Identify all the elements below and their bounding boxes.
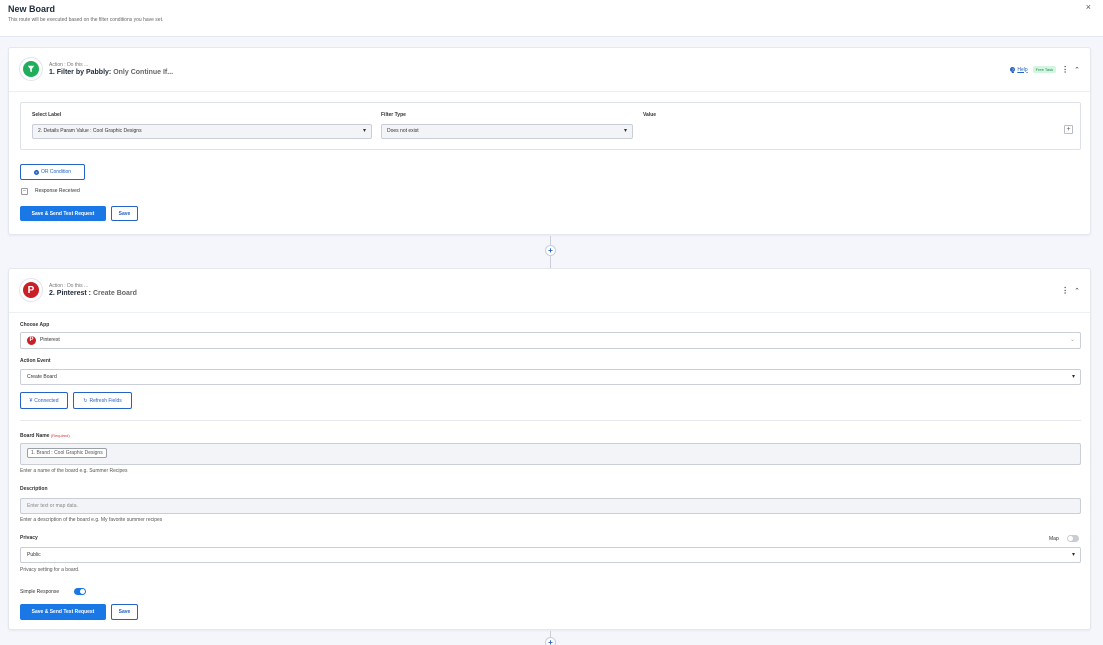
privacy-hint: Privacy setting for a board. (20, 567, 80, 573)
privacy-value: Public (27, 552, 41, 558)
select-label-value: 2. Details Param Value : Cool Graphic De… (38, 128, 142, 134)
description-placeholder: Enter text or map data. (27, 503, 78, 509)
filter-condition-box: Select Label Filter Type Value 2. Detail… (20, 102, 1081, 150)
help-link[interactable]: ? Help (1010, 66, 1028, 73)
choose-app-select[interactable]: P Pinterest ⌄ (20, 332, 1081, 349)
filter-type-dropdown[interactable]: Does not exist ▾ (381, 124, 633, 139)
select-label-dropdown[interactable]: 2. Details Param Value : Cool Graphic De… (32, 124, 372, 139)
step-title-sub: Create Board (92, 290, 137, 297)
filter-avatar (19, 57, 43, 81)
kebab-menu-icon[interactable]: ⋮ (1061, 286, 1069, 295)
select-label-header: Select Label (32, 112, 62, 118)
pinterest-icon: P (23, 282, 39, 298)
step-header-actions: ⋮ ⌃ (1061, 286, 1080, 295)
action-event-value: Create Board (27, 374, 57, 380)
board-name-label-text: Board Name (20, 433, 50, 439)
help-icon: ? (1010, 67, 1016, 72)
step-pinterest-header[interactable]: P Action : Do this ... 2. Pinterest : Cr… (9, 269, 1090, 313)
required-tag: (Required) (50, 433, 70, 438)
board-name-label: Board Name (Required) (20, 433, 70, 439)
save-button[interactable]: Save (111, 604, 138, 620)
plus-circle-icon: + (33, 169, 39, 175)
add-step-plus-icon[interactable]: + (545, 637, 556, 645)
step-filter-card: Action : Do this ... 1. Filter by Pabbly… (8, 47, 1091, 235)
save-button[interactable]: Save (111, 206, 138, 221)
action-event-select[interactable]: Create Board ▾ (20, 369, 1081, 385)
map-label: Map (1049, 536, 1059, 542)
step-title: 1. Filter by Pabbly: Only Continue If... (49, 69, 173, 76)
connected-button[interactable]: ¥ Connected (20, 392, 68, 409)
refresh-fields-button[interactable]: ↻ Refresh Fields (73, 392, 132, 409)
privacy-label: Privacy (20, 535, 38, 541)
action-label: Action : Do this ... (49, 283, 89, 289)
value-header: Value (643, 112, 657, 118)
step-title-main: 1. Filter by Pabbly: (49, 69, 112, 76)
simple-response-toggle[interactable] (74, 588, 86, 595)
response-received-checkbox[interactable]: – (21, 188, 28, 195)
connected-label: Connected (34, 397, 59, 404)
step-pinterest-card: P Action : Do this ... 2. Pinterest : Cr… (8, 268, 1091, 630)
description-input[interactable]: Enter text or map data. (20, 498, 1081, 514)
filter-icon (23, 61, 39, 77)
chevron-down-icon: ▾ (1071, 552, 1075, 558)
chevron-down-icon: ⌄ (1069, 337, 1075, 343)
toggle-knob (80, 589, 85, 594)
add-condition-plus-icon[interactable]: + (1064, 125, 1073, 134)
step-title-main: 2. Pinterest : (49, 290, 92, 297)
step-header-actions: ? Help Free Task ⋮ ⌃ (1010, 65, 1080, 74)
refresh-icon: ↻ (83, 397, 88, 404)
top-bar: New Board This route will be executed ba… (0, 0, 1103, 37)
or-condition-label: OR Condition (40, 169, 71, 175)
map-toggle[interactable] (1067, 535, 1079, 542)
action-label: Action : Do this ... (49, 62, 89, 68)
response-received-label: Response Received (35, 188, 80, 194)
board-name-input[interactable]: 1. Brand : Cool Graphic Designs (20, 443, 1081, 465)
action-event-label: Action Event (20, 358, 51, 364)
filter-type-header: Filter Type (381, 112, 406, 118)
check-icon: ¥ (29, 397, 33, 404)
privacy-select[interactable]: Public ▾ (20, 547, 1081, 563)
add-step-plus-icon[interactable]: + (545, 245, 556, 256)
choose-app-value: Pinterest (40, 337, 60, 343)
page-subtitle: This route will be executed based on the… (8, 17, 164, 23)
chevron-down-icon: ▾ (623, 128, 627, 134)
close-icon[interactable]: × (1086, 2, 1091, 12)
chevron-up-icon[interactable]: ⌃ (1074, 66, 1080, 74)
save-send-test-button[interactable]: Save & Send Test Request (20, 206, 106, 221)
kebab-menu-icon[interactable]: ⋮ (1061, 65, 1069, 74)
step-filter-header[interactable]: Action : Do this ... 1. Filter by Pabbly… (9, 48, 1090, 92)
help-label: Help (1017, 66, 1028, 73)
or-condition-button[interactable]: + OR Condition (20, 164, 85, 180)
pinterest-icon: P (27, 336, 36, 345)
description-hint: Enter a description of the board e.g. My… (20, 517, 163, 523)
filter-type-value: Does not exist (387, 128, 419, 134)
chevron-down-icon: ▾ (362, 128, 366, 134)
refresh-label: Refresh Fields (89, 397, 122, 404)
description-label: Description (20, 486, 48, 492)
choose-app-label: Choose App (20, 322, 50, 328)
step-title: 2. Pinterest : Create Board (49, 290, 137, 297)
page-title: New Board (8, 4, 56, 14)
divider (20, 420, 1081, 421)
save-send-test-button[interactable]: Save & Send Test Request (20, 604, 106, 620)
simple-response-label: Simple Response (20, 589, 60, 595)
free-task-badge: Free Task (1032, 66, 1057, 73)
chevron-up-icon[interactable]: ⌃ (1074, 287, 1080, 295)
chevron-down-icon: ▾ (1071, 374, 1075, 380)
mapped-field-chip[interactable]: 1. Brand : Cool Graphic Designs (27, 448, 107, 458)
step-title-sub: Only Continue If... (113, 69, 174, 76)
toggle-knob (1068, 536, 1073, 541)
pinterest-avatar: P (19, 278, 43, 302)
board-name-hint: Enter a name of the board e.g. Summer Re… (20, 468, 128, 474)
